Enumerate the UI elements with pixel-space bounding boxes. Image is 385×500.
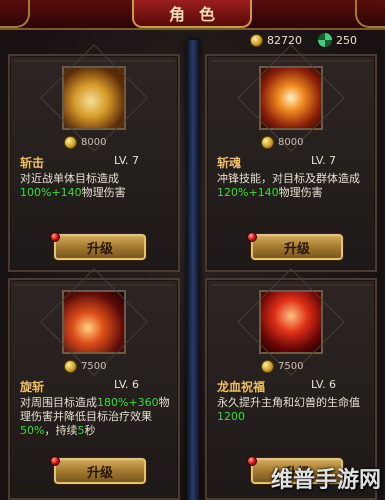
header-corner-right <box>355 0 385 28</box>
skill-level: LV. 7 <box>311 154 337 167</box>
skill-card-soul-slash: 8000 斩魂 LV. 7 冲锋技能，对目标及群体造成120%+140物理伤害 … <box>205 44 377 272</box>
skill-cost: 8000 <box>261 136 303 149</box>
desc-text: 对近战单体目标造成 <box>20 172 119 185</box>
upgrade-button[interactable]: 升级 <box>50 232 146 260</box>
skill-cost: 7500 <box>64 360 106 373</box>
skill-card-slash: 8000 斩击 LV. 7 对近战单体目标造成100%+140物理伤害 升级 <box>8 44 180 272</box>
gold-coin-icon <box>250 33 263 47</box>
notification-dot-icon <box>247 232 257 242</box>
header-bar: 角色 <box>0 0 385 30</box>
desc-text: 物理伤害 <box>81 186 126 199</box>
gold-display: 82720 <box>250 32 302 48</box>
skill-level: LV. 7 <box>114 154 140 167</box>
watermark-text: 维普手游网 <box>270 467 381 493</box>
upgrade-button[interactable]: 升级 <box>50 456 146 484</box>
gem-display: 250 <box>318 32 357 48</box>
upgrade-button-label: 升级 <box>86 465 113 481</box>
skill-description: 冲锋技能，对目标及群体造成120%+140物理伤害 <box>217 172 373 200</box>
skill-name: 斩击 <box>20 156 45 170</box>
skill-description: 永久提升主角和幻兽的生命值1200 <box>217 396 373 424</box>
desc-text: 物理伤害 <box>278 186 323 199</box>
desc-text: ，持续 <box>44 424 78 437</box>
notification-dot-icon <box>50 232 60 242</box>
desc-value: 50% <box>20 424 45 437</box>
notification-dot-icon <box>247 456 257 466</box>
page-title: 角色 <box>132 0 252 28</box>
skill-level: LV. 6 <box>114 378 140 391</box>
skill-cost: 8000 <box>64 136 106 149</box>
desc-text: 冲锋技能，对目标及群体造成 <box>217 172 360 185</box>
skill-cost-value: 7500 <box>81 361 107 372</box>
center-divider <box>187 40 199 500</box>
skill-cost-value: 8000 <box>81 137 107 148</box>
gold-coin-icon <box>64 136 77 149</box>
upgrade-button-label: 升级 <box>283 241 310 257</box>
skill-name: 龙血祝福 <box>217 380 266 394</box>
desc-value: 120%+140 <box>217 186 279 199</box>
skill-name: 斩魂 <box>217 156 242 170</box>
gold-amount: 82720 <box>267 33 302 47</box>
spin-slash-skill-icon[interactable] <box>40 268 148 376</box>
desc-text: 永久提升主角和幻兽的生命值 <box>217 396 360 409</box>
skill-cost: 7500 <box>261 360 303 373</box>
gold-coin-icon <box>64 360 77 373</box>
gold-coin-icon <box>261 360 274 373</box>
upgrade-button-label: 升级 <box>86 241 113 257</box>
gold-coin-icon <box>261 136 274 149</box>
skill-cost-value: 8000 <box>278 137 304 148</box>
slash-skill-icon[interactable] <box>40 44 148 152</box>
notification-dot-icon <box>50 456 60 466</box>
desc-text: 对周围目标造成 <box>20 396 97 409</box>
skill-description: 对近战单体目标造成100%+140物理伤害 <box>20 172 176 200</box>
desc-value: 100%+140 <box>20 186 82 199</box>
desc-value: 180%+360 <box>97 396 159 409</box>
soul-slash-skill-icon[interactable] <box>237 44 345 152</box>
upgrade-button[interactable]: 升级 <box>247 232 343 260</box>
green-gem-icon <box>318 33 332 47</box>
gem-amount: 250 <box>336 33 357 47</box>
skill-cost-value: 7500 <box>278 361 304 372</box>
skill-name: 旋斩 <box>20 380 45 394</box>
desc-value: 1200 <box>217 410 245 423</box>
header-corner-left <box>0 0 30 28</box>
skill-description: 对周围目标造成180%+360物理伤害并降低目标治疗效果50%，持续5秒 <box>20 396 176 438</box>
skill-level: LV. 6 <box>311 378 337 391</box>
dragon-blood-skill-icon[interactable] <box>237 268 345 376</box>
skill-card-spin-slash: 7500 旋斩 LV. 6 对周围目标造成180%+360物理伤害并降低目标治疗… <box>8 268 180 500</box>
desc-text: 秒 <box>84 424 96 437</box>
